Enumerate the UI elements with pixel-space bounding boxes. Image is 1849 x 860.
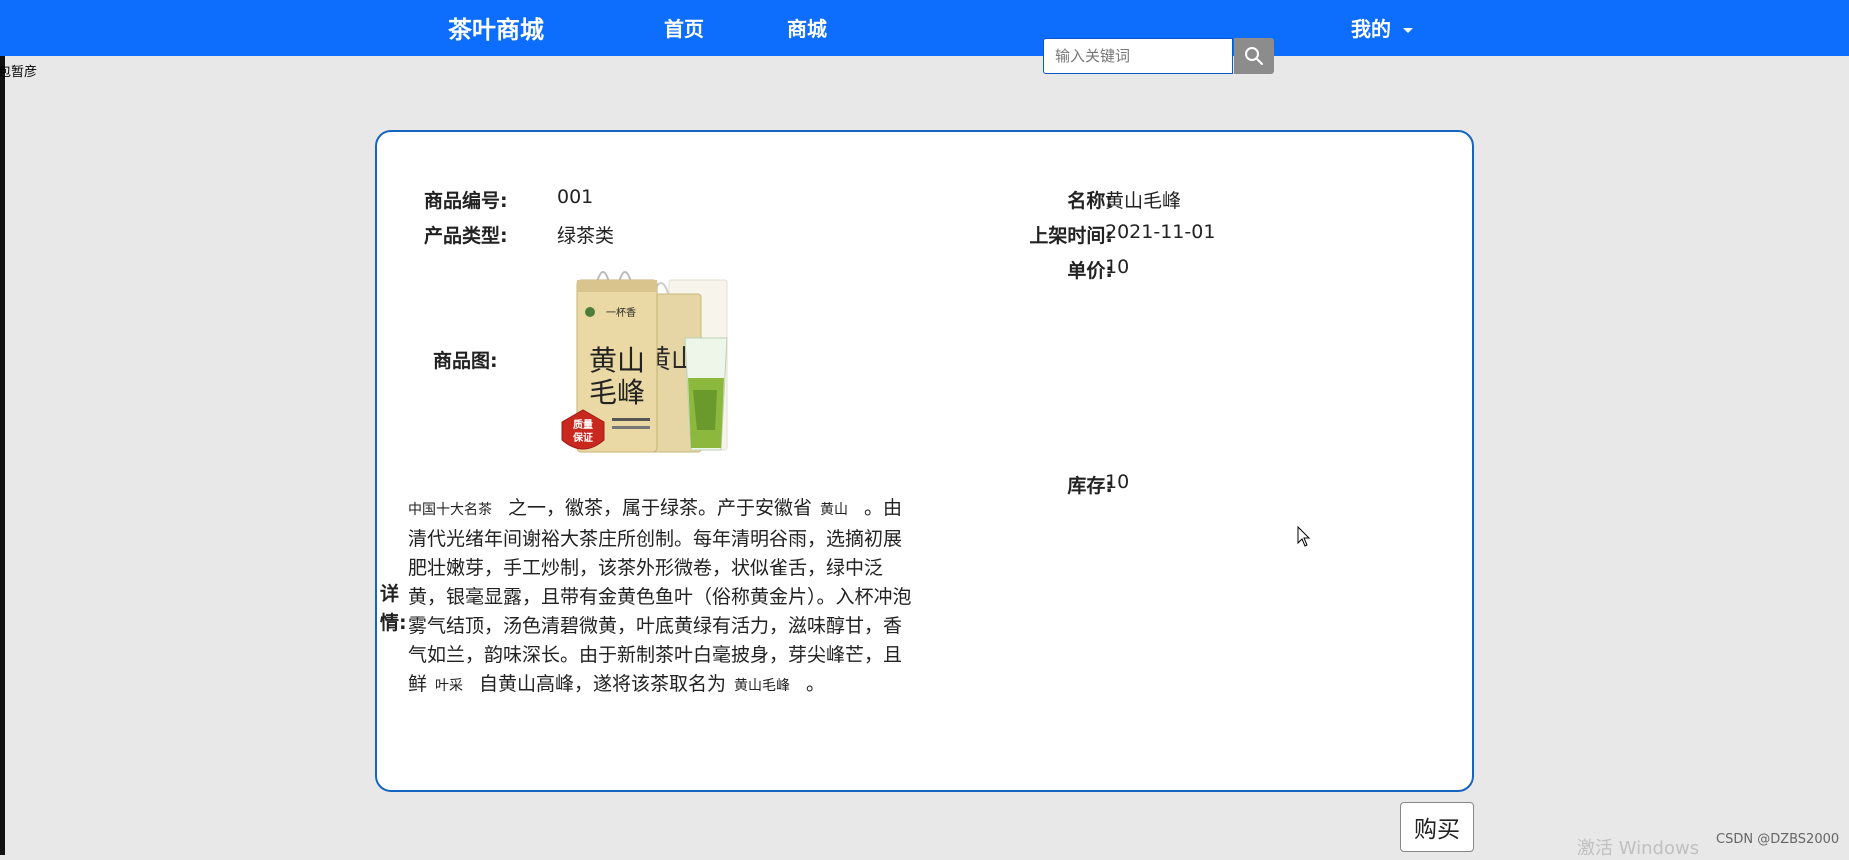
details-link-leaf: 叶采 xyxy=(435,678,464,694)
product-name-value: 黄山毛峰 xyxy=(1105,190,1182,212)
navbar: 茶叶商城 首页 商城 我的 xyxy=(0,0,1849,56)
buy-button[interactable]: 购买 xyxy=(1400,802,1474,852)
product-type-label: 产品类型: xyxy=(424,225,508,247)
product-price-value: 10 xyxy=(1105,256,1130,278)
nav-home-link[interactable]: 首页 xyxy=(664,13,704,42)
details-link-huangshan: 黄山 xyxy=(820,502,849,518)
badge-text-top: 质量 xyxy=(573,418,593,431)
nav-mine-dropdown[interactable]: 我的 xyxy=(1351,13,1413,42)
details-text-part: 自黄山高峰，遂将该茶取名为 xyxy=(479,673,727,695)
caret-down-icon xyxy=(1403,28,1413,33)
search-icon xyxy=(1245,47,1263,65)
nav-mine-label: 我的 xyxy=(1351,17,1391,41)
product-type-value: 绿茶类 xyxy=(557,225,615,247)
details-text-part: 。由清代光绪年间谢裕大茶庄所创制。每年清明谷雨，选摘初展肥壮嫩芽，手工炒制，该茶… xyxy=(408,497,912,695)
product-id-label: 商品编号: xyxy=(424,190,508,212)
nav-shop-link[interactable]: 商城 xyxy=(787,13,827,42)
activate-windows-watermark: 激活 Windows xyxy=(1577,838,1700,859)
badge-text-bottom: 保证 xyxy=(572,431,593,444)
package-name-bottom: 毛峰 xyxy=(589,376,645,409)
csdn-watermark: CSDN @DZBS2000 xyxy=(1716,832,1840,847)
product-image: 黄山 一杯香 黄山 毛峰 质量 保证 xyxy=(561,271,728,453)
product-image-label: 商品图: xyxy=(433,350,498,372)
product-listed-label: 上架时间: xyxy=(1029,225,1113,247)
product-id-value: 001 xyxy=(557,186,594,208)
product-details-label: 详情: xyxy=(380,583,407,634)
site-brand[interactable]: 茶叶商城 xyxy=(448,10,544,45)
search-button[interactable] xyxy=(1234,38,1274,74)
details-text-part: 之一，徽茶，属于绿茶。产于安徽省 xyxy=(508,497,813,519)
product-listed-value: 2021-11-01 xyxy=(1105,221,1216,243)
package-name-top: 黄山 xyxy=(589,344,645,377)
details-link-maofeng: 黄山毛峰 xyxy=(734,678,791,694)
details-link-famous-teas: 中国十大名茶 xyxy=(408,502,492,518)
product-name-label: 名称: xyxy=(1067,190,1113,212)
mouse-cursor-icon xyxy=(1297,526,1311,547)
product-stock-value: 10 xyxy=(1105,471,1130,493)
product-stock-label: 库存: xyxy=(1067,475,1113,497)
product-price-label: 单价: xyxy=(1067,260,1113,282)
details-text-part: 。 xyxy=(806,673,826,695)
corner-text: 包暂彦 xyxy=(0,65,38,80)
product-detail-card: 商品编号: 001 名称: 黄山毛峰 产品类型: 绿茶类 上架时间: 2021-… xyxy=(375,130,1474,792)
product-details-text: 中国十大名茶 之一，徽茶，属于绿茶。产于安徽省 黄山 。由清代光绪年间谢裕大茶庄所创制… xyxy=(408,494,918,701)
package-brand-text: 一杯香 xyxy=(606,306,636,319)
search-input[interactable] xyxy=(1043,38,1233,74)
window-edge xyxy=(0,0,5,855)
